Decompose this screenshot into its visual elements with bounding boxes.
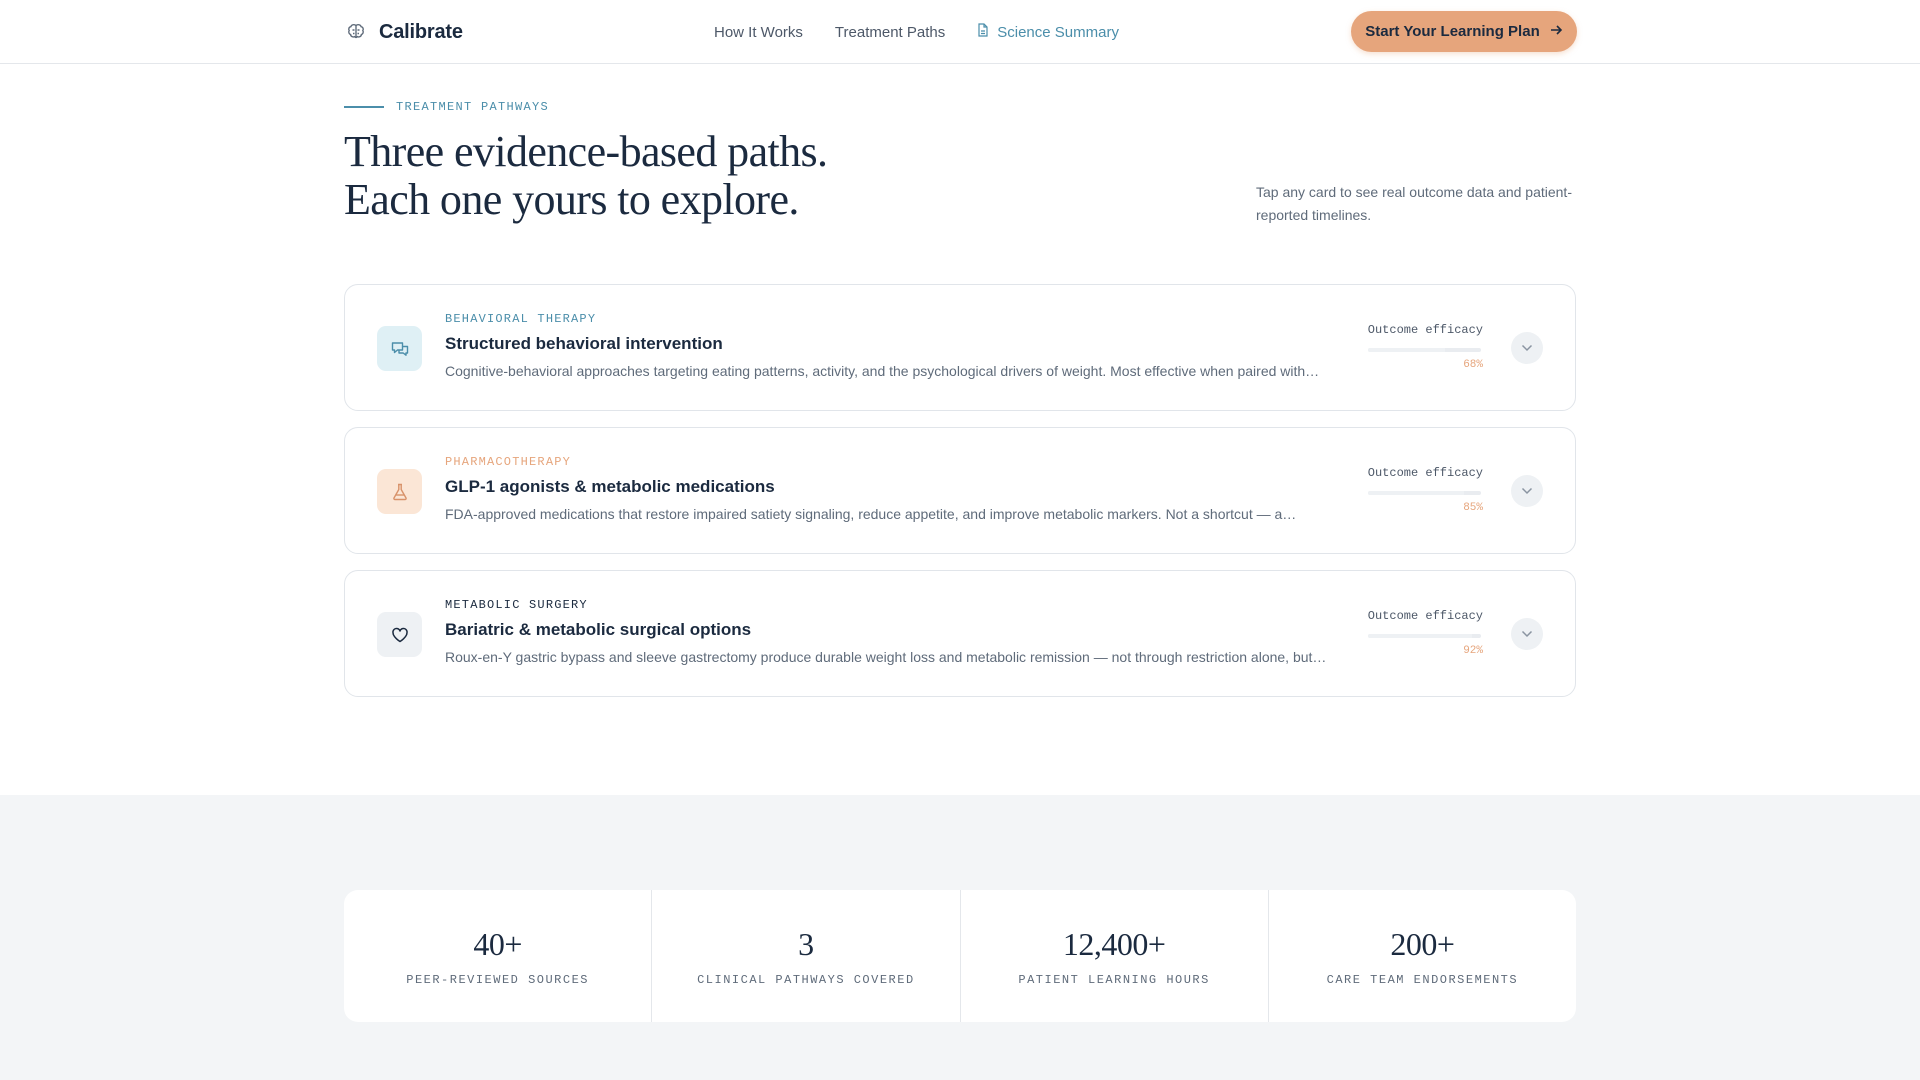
stat-label: PEER-REVIEWED SOURCES: [406, 972, 589, 987]
metric-value: 68%: [1463, 359, 1483, 371]
metric-value: 92%: [1463, 645, 1483, 657]
stat-item-sources: 40+ PEER-REVIEWED SOURCES: [344, 890, 653, 1022]
stat-value: 40+: [473, 925, 522, 962]
flask-icon: [377, 469, 422, 514]
eyebrow-divider: [344, 106, 384, 108]
eyebrow-text: TREATMENT PATHWAYS: [396, 100, 550, 114]
chat-bubbles-icon: [377, 326, 422, 371]
metric-label: Outcome efficacy: [1367, 609, 1483, 623]
outcome-efficacy-meter: Outcome efficacy 68%: [1353, 323, 1483, 371]
start-learning-plan-button[interactable]: Start Your Learning Plan: [1351, 11, 1577, 52]
stat-item-endorsements: 200+ CARE TEAM ENDORSEMENTS: [1269, 890, 1576, 1022]
stat-label: CARE TEAM ENDORSEMENTS: [1326, 972, 1519, 987]
card-content: METABOLIC SURGERY Bariatric & metabolic …: [445, 598, 1330, 665]
outcome-efficacy-meter: Outcome efficacy 85%: [1353, 466, 1483, 514]
pathway-card-surgery[interactable]: METABOLIC SURGERY Bariatric & metabolic …: [344, 570, 1576, 697]
stats-panel: 40+ PEER-REVIEWED SOURCES 3 CLINICAL PAT…: [344, 890, 1576, 1022]
main-nav: How It Works Treatment Paths Science Sum…: [714, 0, 1151, 64]
card-description: Roux-en-Y gastric bypass and sleeve gast…: [445, 649, 1330, 665]
card-title: Bariatric & metabolic surgical options: [445, 620, 752, 639]
brand-home-link[interactable]: Calibrate: [345, 0, 463, 64]
page-title-line-1: Three evidence-based paths.: [344, 127, 828, 176]
efficacy-bar-track: [1368, 348, 1481, 352]
metric-label: Outcome efficacy: [1367, 323, 1483, 337]
efficacy-bar-fill: [1368, 634, 1472, 638]
chevron-down-icon[interactable]: [1511, 332, 1543, 364]
chevron-down-icon[interactable]: [1511, 475, 1543, 507]
stat-label: PATIENT LEARNING HOURS: [1018, 972, 1210, 987]
card-content: PHARMACOTHERAPY GLP-1 agonists & metabol…: [445, 455, 1325, 522]
stat-label: CLINICAL PATHWAYS COVERED: [697, 972, 915, 987]
pathway-card-behavioral[interactable]: BEHAVIORAL THERAPY Structured behavioral…: [344, 284, 1576, 411]
card-title: Structured behavioral intervention: [445, 334, 723, 353]
stat-item-pathways: 3 CLINICAL PATHWAYS COVERED: [652, 890, 961, 1022]
efficacy-bar-track: [1368, 491, 1481, 495]
card-category-tag: BEHAVIORAL THERAPY: [445, 312, 597, 326]
card-description: FDA-approved medications that restore im…: [445, 506, 1297, 522]
metric-value: 85%: [1463, 502, 1483, 514]
nav-how-it-works[interactable]: How It Works: [714, 24, 803, 41]
nav-treatment-paths[interactable]: Treatment Paths: [835, 24, 945, 41]
heart-icon: [377, 612, 422, 657]
nav-label: Science Summary: [997, 23, 1119, 41]
page-title: Three evidence-based paths. Each one you…: [344, 127, 828, 224]
stat-value: 200+: [1390, 925, 1455, 962]
chevron-down-icon[interactable]: [1511, 618, 1543, 650]
card-title: GLP-1 agonists & metabolic medications: [445, 477, 775, 496]
efficacy-bar-track: [1368, 634, 1481, 638]
stat-value: 3: [798, 925, 814, 962]
brain-logo-icon: [345, 21, 367, 43]
card-content: BEHAVIORAL THERAPY Structured behavioral…: [445, 312, 1325, 379]
card-category-tag: PHARMACOTHERAPY: [445, 455, 572, 469]
section-eyebrow: TREATMENT PATHWAYS: [344, 100, 549, 114]
arrow-right-icon: [1550, 23, 1563, 40]
outcome-efficacy-meter: Outcome efficacy 92%: [1353, 609, 1483, 657]
cta-label: Start Your Learning Plan: [1365, 23, 1540, 40]
document-icon: [977, 23, 989, 41]
intro-helper-text: Tap any card to see real outcome data an…: [1256, 184, 1572, 223]
nav-label: How It Works: [714, 23, 803, 41]
metric-label: Outcome efficacy: [1367, 466, 1483, 480]
pathway-card-pharmacotherapy[interactable]: PHARMACOTHERAPY GLP-1 agonists & metabol…: [344, 427, 1576, 554]
efficacy-bar-fill: [1368, 491, 1465, 495]
nav-label: Treatment Paths: [834, 23, 946, 41]
brand-name: Calibrate: [379, 20, 463, 43]
card-description: Cognitive-behavioral approaches targetin…: [445, 363, 1320, 379]
stat-value: 12,400+: [1062, 925, 1166, 962]
top-navigation-bar: Calibrate How It Works Treatment Paths S…: [0, 0, 1920, 64]
card-category-tag: METABOLIC SURGERY: [445, 598, 588, 612]
page-title-line-2: Each one yours to explore.: [344, 175, 799, 224]
nav-science-summary[interactable]: Science Summary: [977, 23, 1119, 41]
stat-item-learning-hours: 12,400+ PATIENT LEARNING HOURS: [961, 890, 1269, 1022]
efficacy-bar-fill: [1368, 348, 1445, 352]
